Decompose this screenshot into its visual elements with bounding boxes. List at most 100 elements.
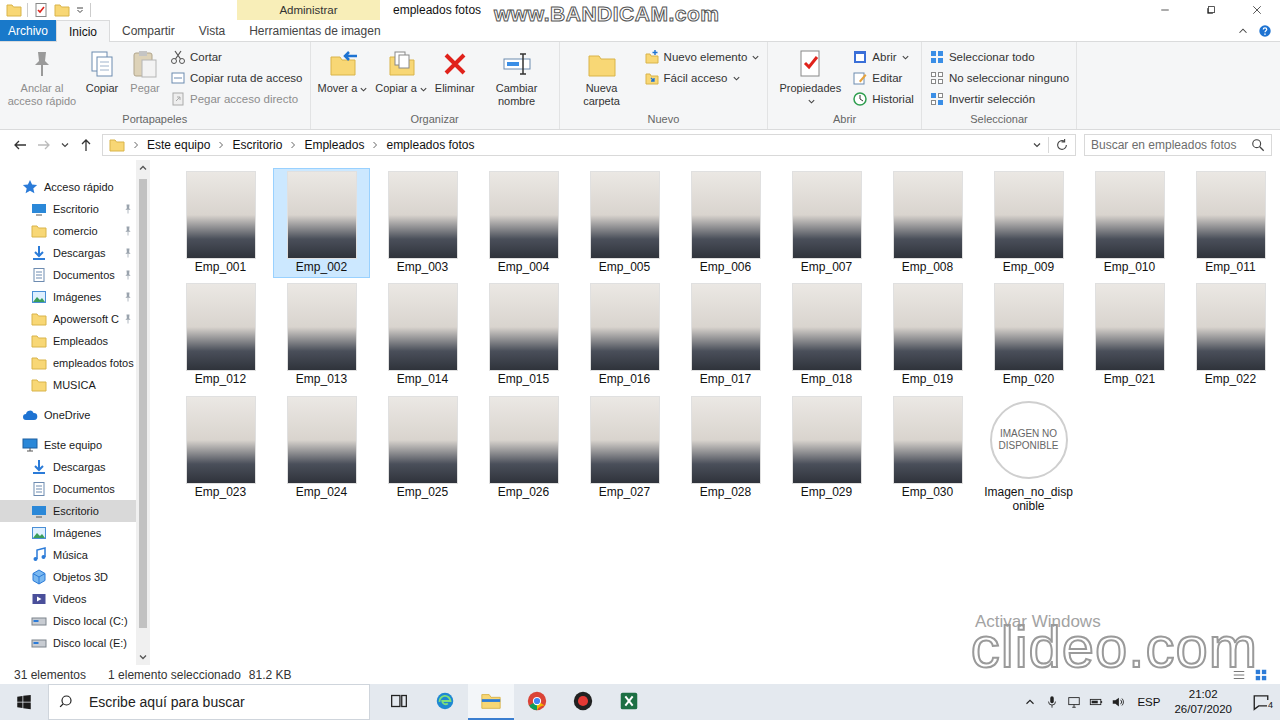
file-item[interactable]: Emp_030: [879, 393, 976, 503]
sidebar-item[interactable]: Documentos: [0, 264, 136, 286]
sidebar-item[interactable]: comercio: [0, 220, 136, 242]
search-box[interactable]: Buscar en empleados fotos: [1084, 134, 1272, 156]
file-item[interactable]: Emp_021: [1081, 280, 1178, 390]
breadcrumb[interactable]: empleados fotos: [386, 138, 474, 152]
battery-icon[interactable]: [1089, 695, 1103, 709]
ribbon-button[interactable]: Fácil acceso: [644, 69, 761, 87]
address-dropdown-icon[interactable]: [1032, 140, 1042, 150]
input-language[interactable]: ESP: [1137, 696, 1160, 708]
file-item[interactable]: Emp_023: [172, 393, 269, 503]
sidebar-item[interactable]: Objetos 3D: [0, 566, 136, 588]
sidebar-item[interactable]: Escritorio: [0, 198, 136, 220]
notifications-button[interactable]: 4: [1246, 693, 1276, 711]
microphone-icon[interactable]: [1045, 695, 1059, 709]
ribbon-tab[interactable]: Compartir: [110, 20, 187, 41]
collapse-ribbon-icon[interactable]: [1236, 24, 1250, 38]
file-item[interactable]: Emp_009: [980, 168, 1077, 278]
taskbar-app[interactable]: [606, 684, 652, 720]
ribbon-tab[interactable]: Archivo: [0, 20, 56, 41]
file-item[interactable]: Emp_014: [374, 280, 471, 390]
file-item[interactable]: Emp_011: [1182, 168, 1279, 278]
customize-dropdown-icon[interactable]: [75, 5, 85, 15]
ribbon-button[interactable]: Mover a: [316, 46, 371, 97]
start-button[interactable]: [0, 684, 48, 720]
volume-icon[interactable]: [1111, 695, 1125, 709]
ribbon-button[interactable]: No seleccionar ninguno: [929, 69, 1069, 87]
file-item[interactable]: Emp_026: [475, 393, 572, 503]
sidebar-item[interactable]: Imágenes: [0, 286, 136, 308]
sidebar-item[interactable]: Disco local (E:): [0, 632, 136, 654]
sidebar-item[interactable]: Empleados: [0, 330, 136, 352]
new-folder-icon[interactable]: [54, 2, 70, 18]
ribbon-button[interactable]: Pegar acceso directo: [170, 90, 303, 108]
ribbon-tab[interactable]: Herramientas de imagen: [237, 20, 392, 41]
file-item[interactable]: Emp_028: [677, 393, 774, 503]
sidebar-item[interactable]: Acceso rápido: [0, 176, 136, 198]
scroll-down-icon[interactable]: [138, 652, 148, 662]
taskbar-app[interactable]: [514, 684, 560, 720]
sidebar-item[interactable]: Escritorio: [0, 500, 136, 522]
ribbon-button[interactable]: Copiar a: [373, 46, 430, 97]
breadcrumb[interactable]: Empleados: [304, 138, 364, 152]
clock[interactable]: 21:0226/07/2020: [1168, 687, 1238, 717]
show-hidden-icons-icon[interactable]: [1023, 695, 1037, 709]
file-item[interactable]: Emp_004: [475, 168, 572, 278]
sidebar-item[interactable]: Disco local (C:): [0, 610, 136, 632]
file-item[interactable]: Emp_012: [172, 280, 269, 390]
ribbon-button[interactable]: Nueva carpeta: [565, 46, 639, 109]
sidebar-item[interactable]: Este equipo: [0, 434, 136, 456]
network-icon[interactable]: [1067, 695, 1081, 709]
file-item[interactable]: Emp_019: [879, 280, 976, 390]
file-item[interactable]: Emp_020: [980, 280, 1077, 390]
ribbon-tab[interactable]: Vista: [187, 20, 237, 41]
sidebar-item[interactable]: OneDrive: [0, 404, 136, 426]
ribbon-button[interactable]: Pegar: [125, 46, 165, 97]
maximize-button[interactable]: [1188, 0, 1234, 20]
forward-icon[interactable]: [36, 137, 52, 153]
taskbar-app[interactable]: [560, 684, 606, 720]
file-item[interactable]: Emp_013: [273, 280, 370, 390]
properties-icon[interactable]: [33, 2, 49, 18]
breadcrumb[interactable]: Este equipo: [147, 138, 210, 152]
sidebar-item[interactable]: Descargas: [0, 456, 136, 478]
back-icon[interactable]: [12, 137, 28, 153]
sidebar-item[interactable]: Apowersoft C: [0, 308, 136, 330]
file-item[interactable]: Emp_006: [677, 168, 774, 278]
sidebar-item[interactable]: MUSICA: [0, 374, 136, 396]
ribbon-button[interactable]: Cambiar nombre: [480, 46, 554, 109]
ribbon-button[interactable]: Copiar: [82, 46, 122, 97]
sidebar-item[interactable]: Videos: [0, 588, 136, 610]
file-item[interactable]: Emp_002: [273, 168, 370, 278]
file-item[interactable]: Emp_027: [576, 393, 673, 503]
sidebar-item[interactable]: Música: [0, 544, 136, 566]
ribbon-button[interactable]: Abrir: [852, 48, 914, 66]
ribbon-button[interactable]: Copiar ruta de acceso: [170, 69, 303, 87]
file-item[interactable]: Emp_010: [1081, 168, 1178, 278]
taskbar-app[interactable]: [468, 684, 514, 720]
taskbar-search[interactable]: Escribe aquí para buscar: [48, 684, 370, 720]
ribbon-button[interactable]: Invertir selección: [929, 90, 1069, 108]
file-item[interactable]: IMAGEN NO DISPONIBLEImagen_no_disponible: [980, 393, 1077, 518]
taskbar-app[interactable]: [422, 684, 468, 720]
recent-locations-icon[interactable]: [60, 140, 70, 150]
sidebar-item[interactable]: Descargas: [0, 242, 136, 264]
file-item[interactable]: Emp_024: [273, 393, 370, 503]
sidebar-item[interactable]: empleados fotos: [0, 352, 136, 374]
ribbon-button[interactable]: Cortar: [170, 48, 303, 66]
file-item[interactable]: Emp_015: [475, 280, 572, 390]
scrollbar[interactable]: [136, 160, 150, 665]
sidebar-item[interactable]: Documentos: [0, 478, 136, 500]
file-item[interactable]: Emp_025: [374, 393, 471, 503]
ribbon-button[interactable]: Anclar al acceso rápido: [5, 46, 79, 109]
file-item[interactable]: Emp_016: [576, 280, 673, 390]
file-item[interactable]: Emp_018: [778, 280, 875, 390]
ribbon-button[interactable]: Seleccionar todo: [929, 48, 1069, 66]
address-bar[interactable]: Este equipo Escritorio Empleados empleados …: [102, 134, 1076, 156]
scroll-up-icon[interactable]: [138, 163, 148, 173]
ribbon-button[interactable]: Nuevo elemento: [644, 48, 761, 66]
file-item[interactable]: Emp_005: [576, 168, 673, 278]
refresh-icon[interactable]: [1055, 138, 1069, 152]
breadcrumb[interactable]: Escritorio: [232, 138, 282, 152]
ribbon-button[interactable]: Propiedades: [773, 46, 847, 109]
file-item[interactable]: Emp_003: [374, 168, 471, 278]
